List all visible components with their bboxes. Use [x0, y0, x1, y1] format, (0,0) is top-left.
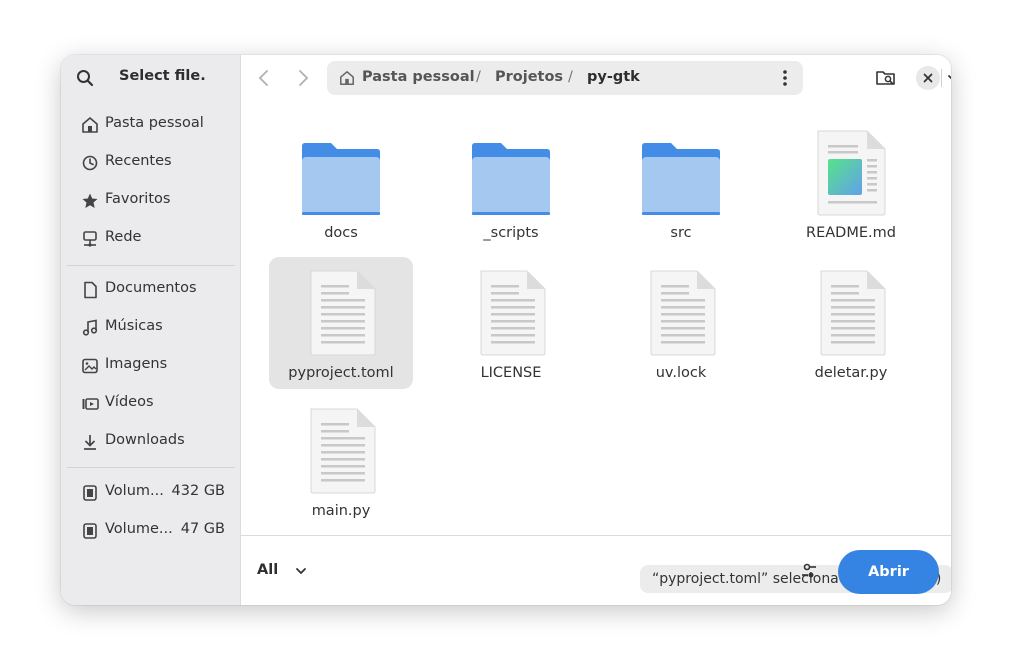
chevron-down-icon[interactable] — [941, 65, 951, 91]
footer: All Abrir — [241, 535, 951, 605]
text-file-icon — [310, 270, 376, 356]
file-item-markdown[interactable]: README.md — [779, 117, 923, 249]
file-item-text[interactable]: deletar.py — [779, 257, 923, 389]
folder-icon — [472, 143, 550, 215]
folder-icon — [642, 143, 720, 215]
volume-size: 432 GB — [171, 483, 225, 499]
path-segment-current[interactable]: py-gtk — [587, 69, 640, 85]
document-icon — [84, 281, 97, 299]
close-icon — [923, 73, 933, 83]
music-icon — [82, 319, 98, 336]
sidebar-item-volume-1[interactable]: Volum... 432 GB — [67, 476, 235, 510]
file-chooser-dialog: Select file. Pasta pessoal Recentes Favo… — [61, 55, 951, 605]
text-file-icon — [650, 270, 716, 356]
chevron-down-icon[interactable] — [294, 564, 308, 578]
drive-icon — [83, 485, 97, 501]
sidebar-item-documents[interactable]: Documentos — [67, 273, 235, 307]
file-item-text[interactable]: LICENSE — [439, 257, 583, 389]
path-bar: Pasta pessoal / Projetos / py-gtk — [327, 61, 803, 95]
sidebar-separator — [67, 467, 235, 468]
text-file-icon — [480, 270, 546, 356]
network-icon — [83, 231, 97, 247]
file-item-text[interactable]: uv.lock — [609, 257, 753, 389]
home-icon — [82, 117, 98, 133]
text-file-icon — [310, 408, 376, 494]
sidebar: Select file. Pasta pessoal Recentes Favo… — [61, 55, 241, 605]
file-item-folder[interactable]: _scripts — [439, 117, 583, 249]
path-segment-home[interactable]: Pasta pessoal — [362, 69, 475, 85]
sidebar-item-downloads[interactable]: Downloads — [67, 425, 235, 459]
markdown-file-icon — [817, 130, 886, 216]
close-button[interactable] — [916, 66, 940, 90]
path-separator: / — [476, 69, 481, 85]
sidebar-item-videos[interactable]: Vídeos — [67, 387, 235, 421]
home-icon — [340, 71, 354, 85]
drive-icon — [83, 523, 97, 539]
dialog-title: Select file. — [119, 68, 206, 84]
download-icon — [84, 435, 96, 450]
forward-icon[interactable] — [290, 65, 316, 91]
file-item-folder[interactable]: docs — [269, 117, 413, 249]
sidebar-item-starred[interactable]: Favoritos — [67, 184, 235, 218]
open-button[interactable]: Abrir — [838, 550, 939, 594]
star-icon — [82, 193, 98, 208]
search-folder-icon[interactable] — [873, 65, 899, 91]
more-options-icon[interactable] — [775, 68, 795, 88]
path-separator: / — [568, 69, 573, 85]
sidebar-item-home[interactable]: Pasta pessoal — [67, 108, 235, 142]
text-file-icon — [820, 270, 886, 356]
video-icon — [82, 398, 99, 410]
file-item-text[interactable]: main.py — [269, 395, 413, 527]
path-segment-projetos[interactable]: Projetos — [495, 69, 563, 85]
sidebar-item-music[interactable]: Músicas — [67, 311, 235, 345]
options-icon[interactable] — [799, 561, 819, 581]
file-item-folder[interactable]: src — [609, 117, 753, 249]
sidebar-item-recent[interactable]: Recentes — [67, 146, 235, 180]
file-filter-select[interactable]: All — [257, 562, 278, 578]
sidebar-separator — [67, 265, 235, 266]
image-icon — [82, 358, 98, 374]
folder-icon — [302, 143, 380, 215]
file-item-selected[interactable]: pyproject.toml — [269, 257, 413, 389]
volume-size: 47 GB — [180, 521, 225, 537]
back-icon[interactable] — [251, 65, 277, 91]
clock-icon — [82, 155, 98, 171]
sidebar-item-volume-2[interactable]: Volume... 47 GB — [67, 514, 235, 548]
search-icon[interactable] — [76, 69, 94, 87]
sidebar-item-pictures[interactable]: Imagens — [67, 349, 235, 383]
sidebar-header: Select file. — [61, 55, 241, 101]
file-grid: docs _scripts src README.md pyproject.to… — [241, 115, 951, 593]
sidebar-item-network[interactable]: Rede — [67, 222, 235, 256]
